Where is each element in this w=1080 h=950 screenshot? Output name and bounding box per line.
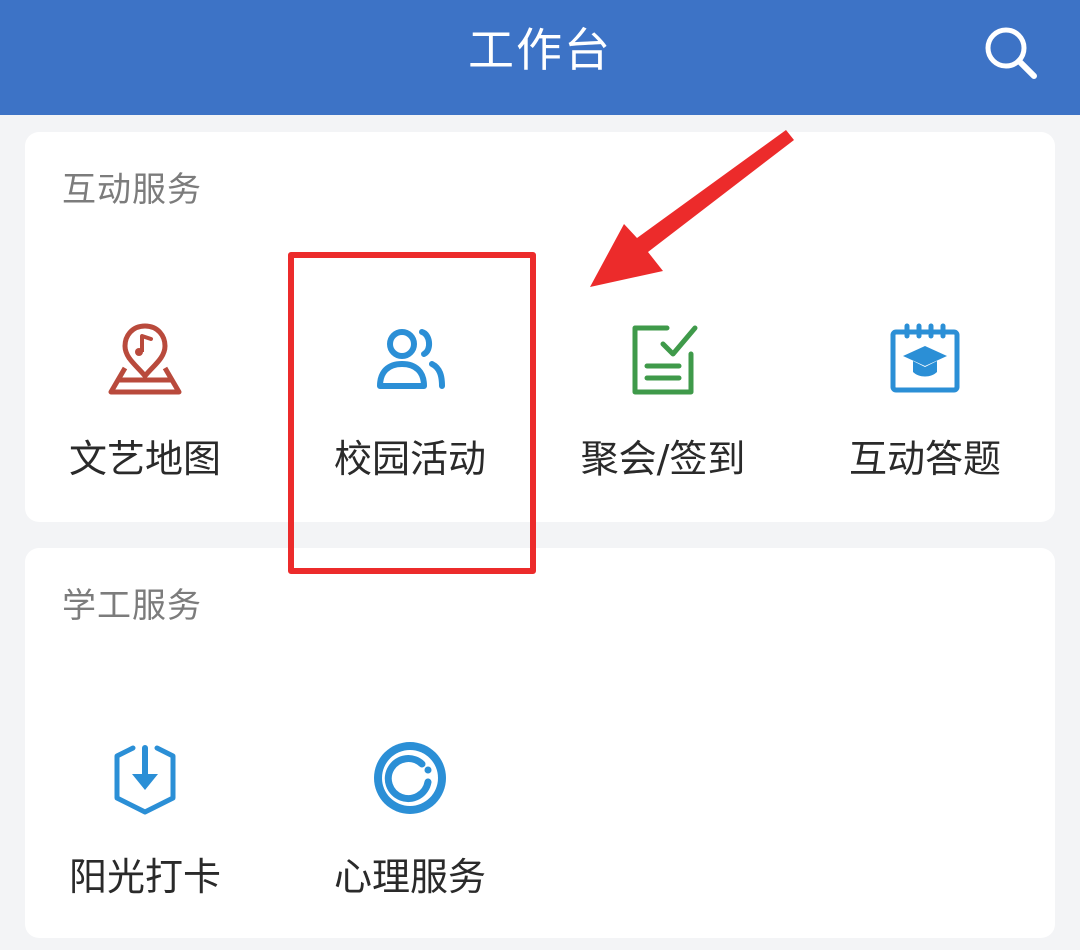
- circle-ring-icon: [374, 742, 446, 814]
- tile-art-map[interactable]: 文艺地图: [25, 280, 265, 510]
- page-title: 工作台: [468, 23, 612, 77]
- tile-label: 校园活动: [333, 437, 486, 481]
- student-affairs-card: 学工服务 阳光打卡 心理服务: [25, 548, 1055, 938]
- app-header: 工作台: [0, 0, 1080, 115]
- tile-campus-activity[interactable]: 校园活动: [290, 280, 530, 510]
- section-title-interactive: 互动服务: [62, 170, 202, 210]
- tile-psych-service[interactable]: 心理服务: [290, 698, 530, 928]
- tile-label: 心理服务: [333, 855, 486, 899]
- tile-label: 文艺地图: [68, 437, 221, 481]
- users-icon: [377, 329, 445, 389]
- tile-gathering-checkin[interactable]: 聚会/签到: [543, 280, 783, 510]
- search-icon: [985, 27, 1037, 79]
- tile-sunshine-checkin[interactable]: 阳光打卡: [25, 698, 265, 928]
- map-music-pin-icon: [108, 323, 182, 395]
- interactive-services-card: 互动服务 文艺地图 校园活动 聚会/签到 互动答题: [25, 132, 1055, 522]
- tile-interactive-quiz[interactable]: 互动答题: [805, 280, 1045, 510]
- search-button[interactable]: [978, 22, 1044, 82]
- checklist-icon: [632, 325, 698, 395]
- graduation-cap-icon: [890, 323, 960, 393]
- tile-label: 阳光打卡: [68, 855, 221, 899]
- section-title-student-affairs: 学工服务: [62, 586, 202, 626]
- download-badge-icon: [114, 745, 176, 815]
- tile-label: 聚会/签到: [580, 437, 746, 481]
- tile-label: 互动答题: [848, 437, 1001, 481]
